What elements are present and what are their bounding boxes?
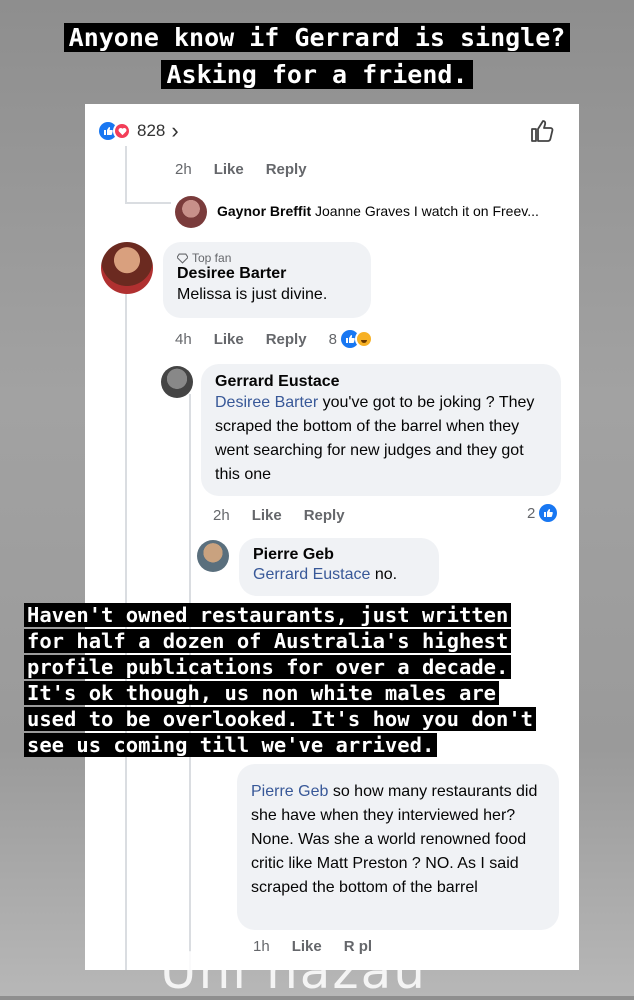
avatar[interactable] bbox=[161, 366, 193, 398]
comment-actions: 4h Like Reply 8 bbox=[175, 330, 373, 348]
mention-link[interactable]: Desiree Barter bbox=[215, 394, 318, 411]
like-reaction-icon bbox=[539, 504, 558, 522]
comment-time[interactable]: 2h bbox=[213, 507, 230, 524]
reply-link[interactable]: Reply bbox=[266, 161, 307, 178]
like-outline-icon[interactable] bbox=[529, 118, 555, 149]
caption-line: Haven't owned restaurants, just written bbox=[24, 603, 512, 627]
comment-bubble: Pierre Geb so how many restaurants did s… bbox=[237, 764, 559, 930]
comment-bubble: Top fan Desiree Barter Melissa is just d… bbox=[163, 242, 371, 318]
thread-line bbox=[125, 202, 171, 204]
comment-text: Melissa is just divine. bbox=[177, 286, 328, 303]
reaction-summary[interactable]: 828 › bbox=[99, 120, 179, 142]
caption-line: It's ok though, us non white males are bbox=[24, 681, 499, 705]
reaction-count[interactable]: 8 bbox=[329, 331, 337, 348]
commenter-name[interactable]: Pierre Geb bbox=[253, 546, 425, 564]
thread-line bbox=[125, 146, 127, 204]
diamond-icon bbox=[177, 253, 188, 264]
reaction-tally[interactable]: 2 bbox=[527, 504, 558, 522]
caption-line: used to be overlooked. It's how you don'… bbox=[24, 707, 537, 731]
like-link[interactable]: Like bbox=[252, 507, 282, 524]
reply-preview: Joanne Graves I watch it on Freev... bbox=[315, 203, 539, 219]
chevron-right-icon[interactable]: › bbox=[171, 120, 178, 142]
mention-link[interactable]: Pierre Geb bbox=[251, 783, 328, 800]
avatar[interactable] bbox=[197, 540, 229, 572]
commenter-name[interactable]: Gaynor Breffit bbox=[217, 203, 311, 219]
collapsed-reply[interactable]: Gaynor Breffit Joanne Graves I watch it … bbox=[217, 203, 539, 219]
story-caption-top: Anyone know if Gerrard is single? Asking… bbox=[0, 20, 634, 94]
like-link[interactable]: Like bbox=[214, 161, 244, 178]
comment-actions: 2h Like Reply bbox=[175, 161, 329, 178]
mention-link[interactable]: Gerrard Eustace bbox=[253, 566, 370, 583]
comments-screenshot-card: 828 › 2h Like Reply Gaynor Breffit Joann… bbox=[85, 104, 579, 970]
comment-bubble: Pierre Geb Gerrard Eustace no. bbox=[239, 538, 439, 596]
reaction-count: 2 bbox=[527, 504, 536, 522]
love-reaction-icon bbox=[113, 122, 131, 140]
reply-link[interactable]: Reply bbox=[304, 507, 345, 524]
comment-text-body: no. bbox=[370, 566, 398, 583]
caption-line: for half a dozen of Australia's highest bbox=[24, 629, 512, 653]
caption-line: Anyone know if Gerrard is single? bbox=[63, 23, 571, 52]
badge-label: Top fan bbox=[192, 251, 232, 265]
comment-text: Gerrard Eustace no. bbox=[253, 564, 425, 586]
haha-reaction-icon bbox=[354, 330, 373, 348]
commenter-name[interactable]: Desiree Barter bbox=[177, 265, 357, 283]
like-link[interactable]: Like bbox=[214, 331, 244, 348]
caption-line: see us coming till we've arrived. bbox=[24, 733, 438, 757]
caption-line: profile publications for over a decade. bbox=[24, 655, 512, 679]
reply-link[interactable]: Reply bbox=[266, 331, 307, 348]
comment-time[interactable]: 2h bbox=[175, 161, 192, 178]
avatar[interactable] bbox=[175, 196, 207, 228]
comment-actions: 2h Like Reply bbox=[213, 507, 367, 524]
reaction-count: 828 bbox=[137, 121, 166, 140]
commenter-name[interactable]: Gerrard Eustace bbox=[215, 373, 547, 391]
comment-text: Pierre Geb so how many restaurants did s… bbox=[251, 780, 545, 900]
comment-time[interactable]: 4h bbox=[175, 331, 192, 348]
comment-text: Desiree Barter you've got to be joking ?… bbox=[215, 391, 547, 487]
watermark-text: Uni hazau bbox=[160, 942, 427, 1000]
avatar[interactable] bbox=[101, 242, 153, 294]
caption-line: Asking for a friend. bbox=[161, 60, 473, 89]
comment-bubble: Gerrard Eustace Desiree Barter you've go… bbox=[201, 364, 561, 496]
story-caption-bottom: Haven't owned restaurants, just written … bbox=[24, 600, 624, 757]
top-fan-badge: Top fan bbox=[177, 251, 357, 265]
